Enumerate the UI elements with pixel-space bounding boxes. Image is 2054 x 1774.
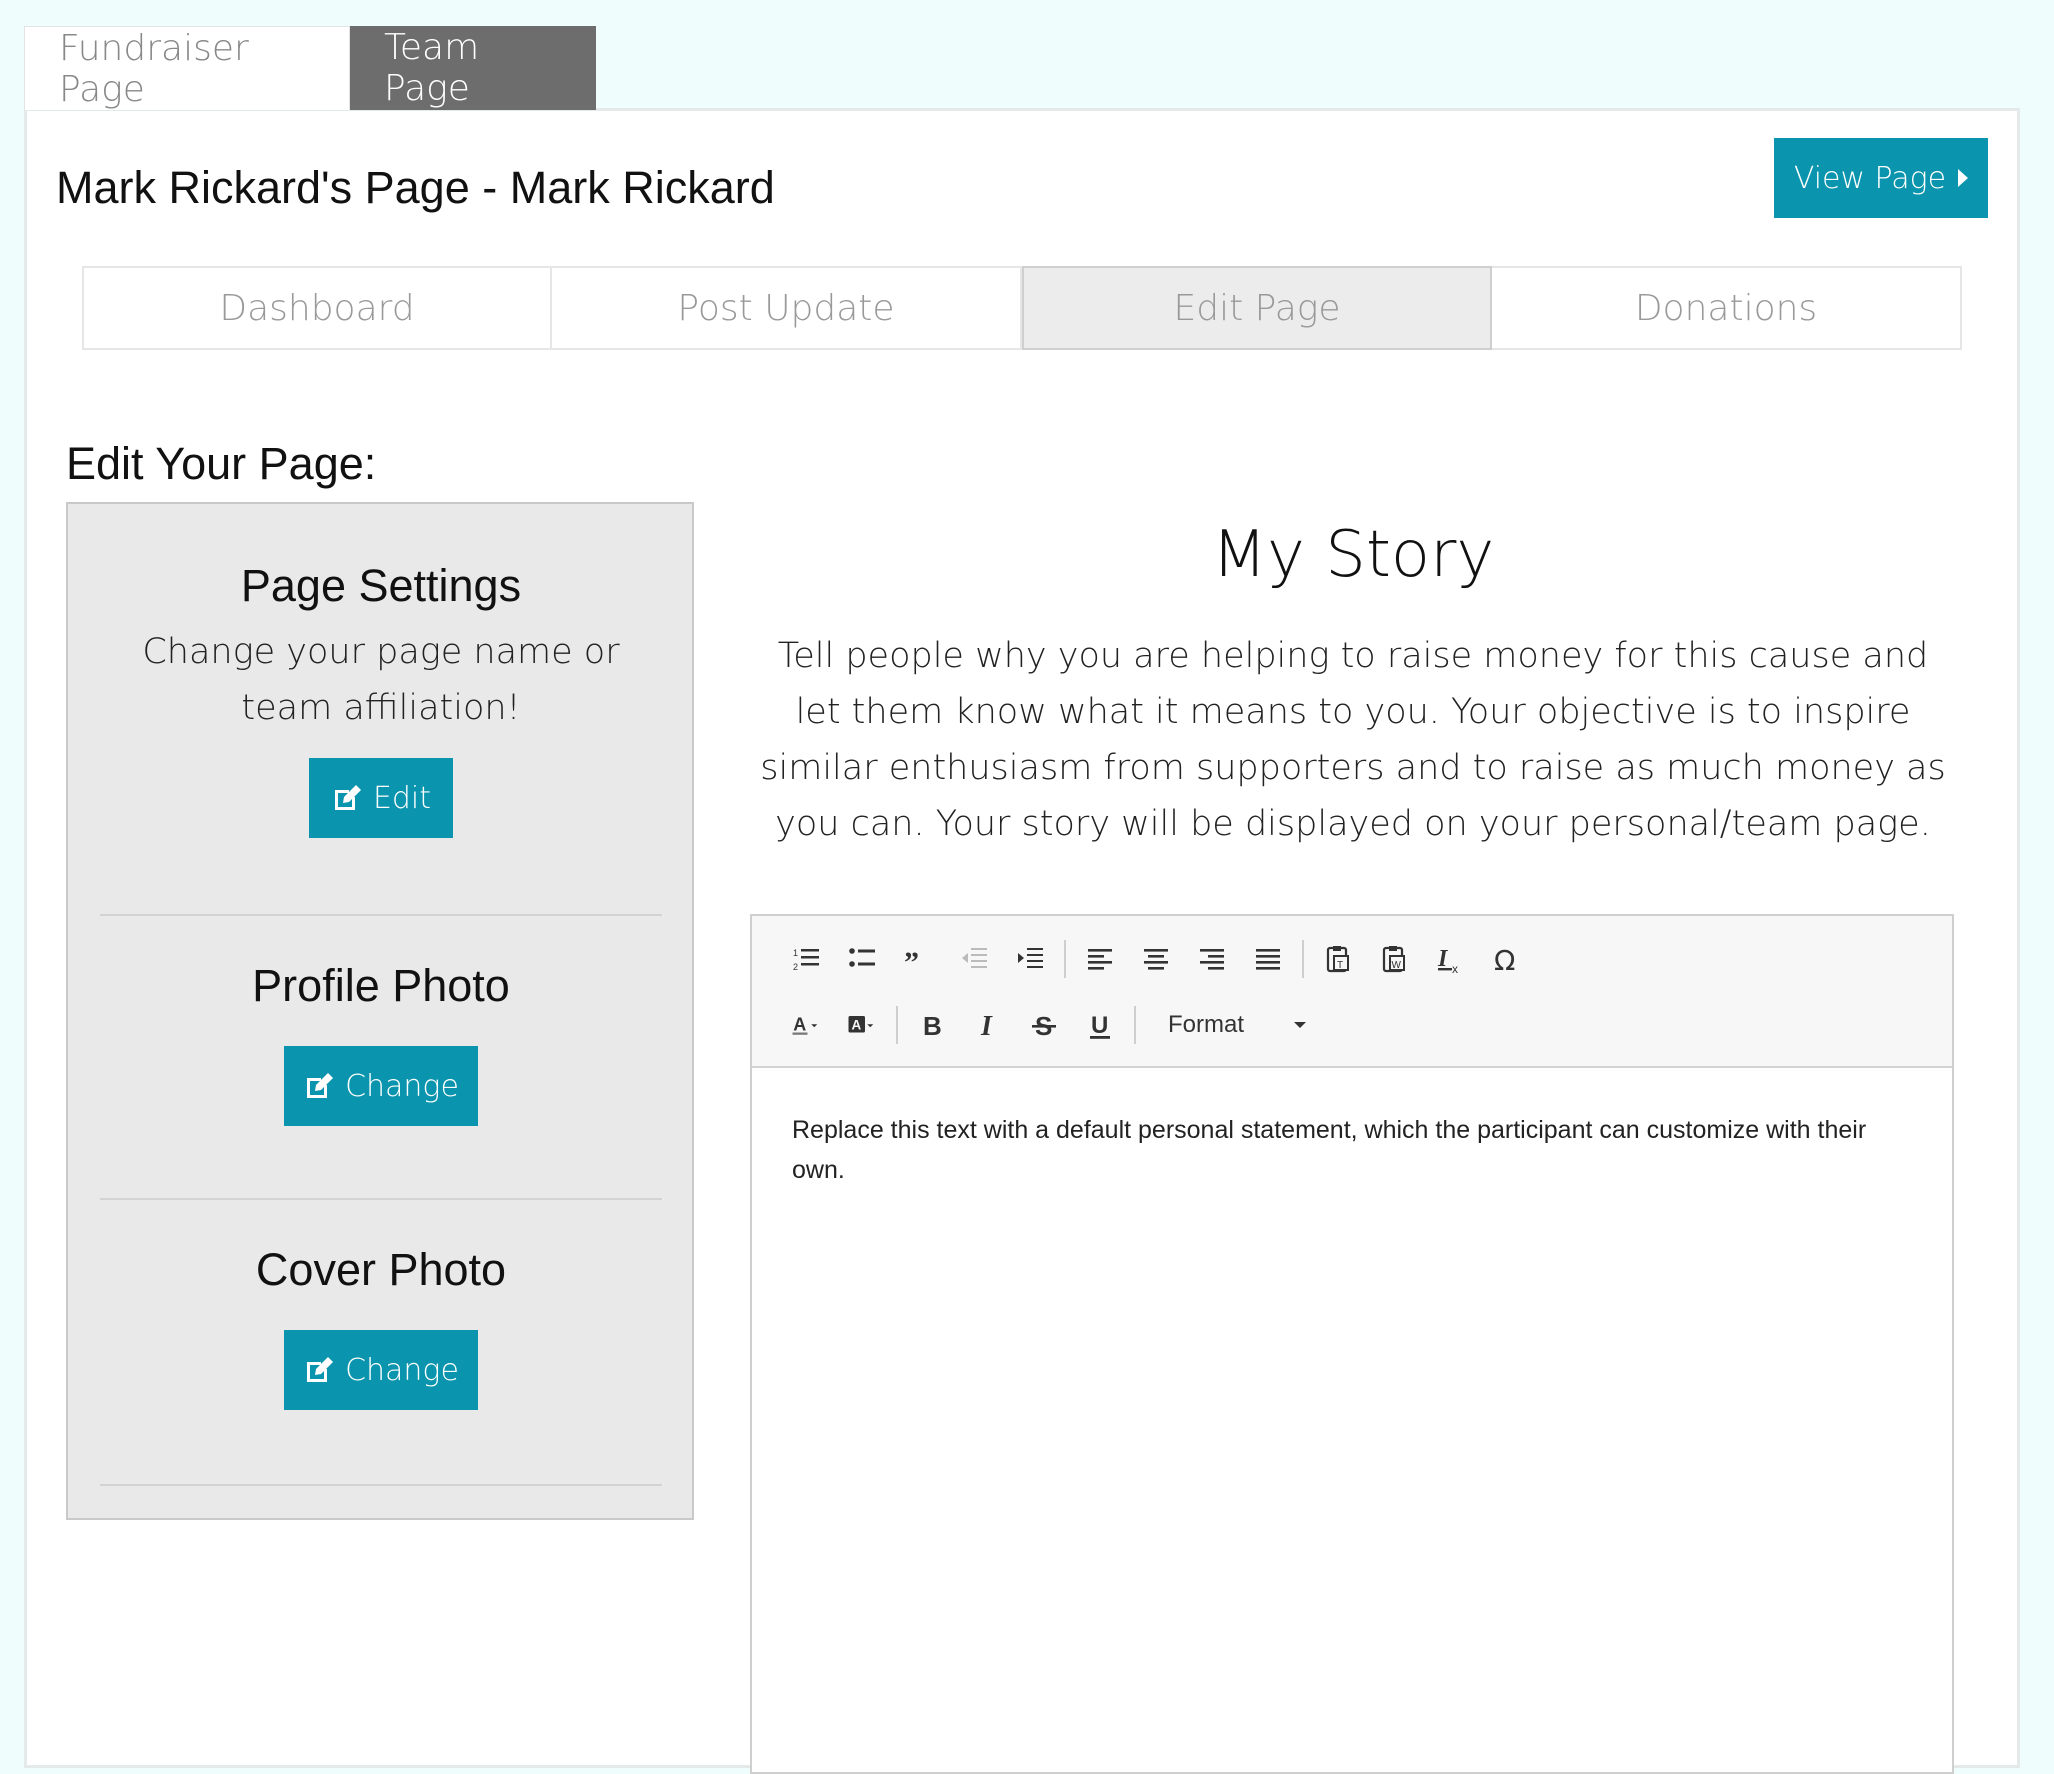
change-button-label: Change xyxy=(345,1068,459,1104)
toolbar-separator xyxy=(896,1006,898,1044)
svg-text:2: 2 xyxy=(793,962,798,972)
paste-word-icon[interactable]: W xyxy=(1366,936,1422,982)
divider xyxy=(100,914,662,916)
profile-photo-title: Profile Photo xyxy=(252,960,510,1011)
page-settings-edit-button[interactable]: Edit xyxy=(309,758,453,838)
bold-icon[interactable]: B xyxy=(904,1002,960,1048)
underline-icon[interactable]: U xyxy=(1072,1002,1128,1048)
cover-photo-section: Cover Photo Change xyxy=(100,1244,662,1410)
profile-photo-change-button[interactable]: Change xyxy=(284,1046,478,1126)
nav-post-update[interactable]: Post Update xyxy=(552,266,1022,350)
toolbar-row-1: 12 ” T W I x Ω xyxy=(778,936,1534,982)
svg-text:A: A xyxy=(793,1014,806,1034)
indent-icon[interactable] xyxy=(1002,936,1058,982)
strikethrough-icon[interactable]: S xyxy=(1016,1002,1072,1048)
divider xyxy=(100,1198,662,1200)
align-right-icon[interactable] xyxy=(1184,936,1240,982)
blockquote-icon[interactable]: ” xyxy=(890,936,946,982)
remove-format-icon[interactable]: Ix xyxy=(1422,936,1478,982)
toolbar-separator xyxy=(1302,940,1304,978)
editor-toolbar: 12 ” T W I x Ω A A B I S U Format xyxy=(752,916,1952,1068)
page-settings-section: Page Settings Change your page name or t… xyxy=(100,560,662,838)
nav-donations[interactable]: Donations xyxy=(1492,266,1962,350)
svg-text:U: U xyxy=(1091,1012,1108,1039)
toolbar-separator xyxy=(1064,940,1066,978)
svg-text:B: B xyxy=(923,1011,942,1040)
edit-options-box: Page Settings Change your page name or t… xyxy=(66,502,694,1520)
tab-fundraiser-page[interactable]: Fundraiser Page xyxy=(24,26,350,110)
edit-button-label: Edit xyxy=(372,780,432,816)
align-justify-icon[interactable] xyxy=(1240,936,1296,982)
svg-text:T: T xyxy=(1337,960,1343,971)
nav-edit-page[interactable]: Edit Page xyxy=(1022,266,1492,350)
outdent-icon[interactable] xyxy=(946,936,1002,982)
edit-icon xyxy=(307,1357,334,1382)
tab-team-page[interactable]: Team Page xyxy=(350,26,596,110)
story-description: Tell people why you are helping to raise… xyxy=(760,636,1946,844)
bulleted-list-icon[interactable] xyxy=(834,936,890,982)
toolbar-row-2: A A B I S U Format xyxy=(778,1002,1320,1048)
nav-dashboard[interactable]: Dashboard xyxy=(82,266,552,350)
editor-content-area[interactable]: Replace this text with a default persona… xyxy=(752,1068,1952,1232)
svg-text:x: x xyxy=(1452,962,1458,974)
page-settings-title: Page Settings xyxy=(240,560,522,611)
view-page-label: View Page xyxy=(1793,160,1947,196)
numbered-list-icon[interactable]: 12 xyxy=(778,936,834,982)
edit-icon xyxy=(307,1073,334,1098)
format-dropdown[interactable]: Format xyxy=(1150,1002,1320,1048)
top-tabs: Fundraiser Page Team Page xyxy=(24,26,596,110)
story-title: My Story xyxy=(1211,518,1495,592)
caret-right-icon xyxy=(1958,169,1969,187)
cover-photo-change-button[interactable]: Change xyxy=(284,1330,478,1410)
divider xyxy=(100,1484,662,1486)
special-character-icon[interactable]: Ω xyxy=(1478,936,1534,982)
svg-text:1: 1 xyxy=(793,948,798,958)
text-color-icon[interactable]: A xyxy=(778,1002,834,1048)
page-title: Mark Rickard's Page - Mark Rickard xyxy=(56,162,775,213)
edit-icon xyxy=(334,785,361,810)
page-nav: Dashboard Post Update Edit Page Donation… xyxy=(82,266,1962,350)
edit-heading: Edit Your Page: xyxy=(66,438,377,489)
rich-text-editor: 12 ” T W I x Ω A A B I S U Format Replac… xyxy=(750,914,1954,1774)
view-page-button[interactable]: View Page xyxy=(1774,138,1988,218)
align-left-icon[interactable] xyxy=(1072,936,1128,982)
svg-text:”: ” xyxy=(904,946,919,974)
toolbar-separator xyxy=(1134,1006,1136,1044)
change-button-label: Change xyxy=(345,1352,459,1388)
chevron-down-icon xyxy=(1294,1022,1306,1028)
align-center-icon[interactable] xyxy=(1128,936,1184,982)
paste-text-icon[interactable]: T xyxy=(1310,936,1366,982)
svg-text:A: A xyxy=(852,1018,862,1033)
cover-photo-title: Cover Photo xyxy=(255,1244,507,1295)
profile-photo-section: Profile Photo Change xyxy=(100,960,662,1126)
background-color-icon[interactable]: A xyxy=(834,1002,890,1048)
svg-text:I: I xyxy=(980,1011,993,1040)
page-settings-desc: Change your page name or team affiliatio… xyxy=(142,632,620,728)
svg-text:Ω: Ω xyxy=(1494,944,1515,974)
format-label: Format xyxy=(1168,1011,1245,1038)
svg-text:W: W xyxy=(1392,960,1402,971)
italic-icon[interactable]: I xyxy=(960,1002,1016,1048)
